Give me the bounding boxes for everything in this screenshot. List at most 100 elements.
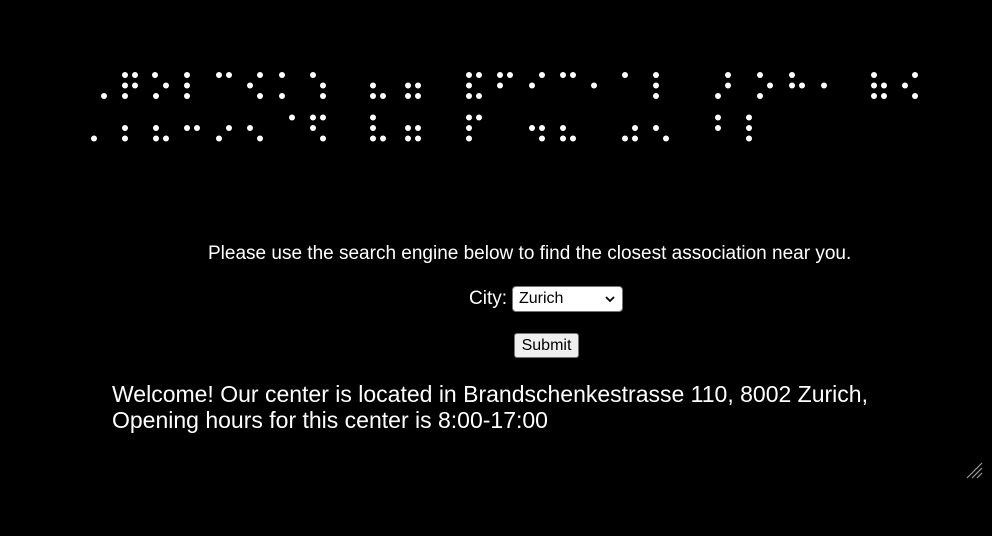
braille-dot xyxy=(216,135,222,142)
braille-dot xyxy=(310,72,316,78)
braille-dot xyxy=(289,114,295,121)
braille-dot xyxy=(153,93,159,99)
braille-dot xyxy=(902,82,908,89)
braille-dot xyxy=(184,125,190,131)
braille-dot xyxy=(184,82,190,89)
braille-dot xyxy=(757,72,763,78)
braille-dot xyxy=(380,93,386,99)
braille-dot xyxy=(405,135,411,142)
city-form-row: City: Zurich xyxy=(469,286,623,312)
chevron-down-icon xyxy=(605,296,615,303)
braille-dot xyxy=(476,114,482,121)
braille-dot xyxy=(746,114,752,121)
braille-dot xyxy=(466,72,472,78)
braille-dot xyxy=(320,135,326,142)
braille-dot xyxy=(153,125,159,131)
braille-dot xyxy=(746,135,752,142)
braille-dot xyxy=(122,135,128,142)
braille-dot xyxy=(560,135,566,142)
braille-dot xyxy=(799,82,805,89)
braille-dot xyxy=(570,135,576,142)
submit-button[interactable]: Submit xyxy=(514,333,579,358)
braille-dot xyxy=(653,72,659,78)
braille-dot xyxy=(653,82,659,89)
braille-dot xyxy=(539,135,545,142)
braille-dot xyxy=(152,72,158,78)
braille-dot xyxy=(320,114,326,121)
braille-dot xyxy=(767,82,773,89)
city-label: City: xyxy=(469,288,507,309)
braille-dot xyxy=(497,82,503,89)
braille-dot xyxy=(415,82,421,89)
braille-dot xyxy=(466,125,472,131)
resize-grip-icon[interactable] xyxy=(964,460,984,480)
braille-dot xyxy=(912,72,918,78)
braille-dot xyxy=(370,93,376,99)
braille-dot xyxy=(653,125,659,131)
braille-dot xyxy=(789,72,795,78)
braille-dot xyxy=(405,82,411,89)
braille-dot xyxy=(226,125,232,131)
braille-dot xyxy=(476,72,482,78)
braille-dot xyxy=(466,135,472,142)
braille-dot xyxy=(622,72,628,78)
welcome-text: Welcome! Our center is located in Brands… xyxy=(112,381,868,433)
braille-dot xyxy=(132,82,138,89)
braille-dot xyxy=(560,72,566,78)
braille-dot xyxy=(247,125,253,131)
braille-dot xyxy=(725,82,731,89)
braille-dot xyxy=(101,93,107,99)
braille-dot xyxy=(153,135,159,142)
braille-dot xyxy=(405,93,411,99)
braille-dot xyxy=(370,82,376,89)
braille-dot xyxy=(405,125,411,131)
city-select[interactable]: Zurich xyxy=(512,286,623,312)
braille-dot xyxy=(560,125,566,131)
braille-dot xyxy=(715,114,721,121)
braille-dot xyxy=(216,72,222,78)
braille-dot xyxy=(163,135,169,142)
braille-dot xyxy=(320,82,326,89)
braille-dot xyxy=(591,82,597,89)
braille-dot xyxy=(539,125,545,131)
braille-dot xyxy=(122,82,128,89)
braille-dot xyxy=(529,82,535,89)
braille-dot xyxy=(132,72,138,78)
braille-dot xyxy=(257,93,263,99)
braille-dot xyxy=(247,82,253,89)
braille-dot xyxy=(279,72,285,78)
braille-dot xyxy=(757,93,763,99)
braille-dot xyxy=(871,93,877,99)
braille-dot xyxy=(871,82,877,89)
braille-dot xyxy=(789,82,795,89)
braille-dot xyxy=(881,93,887,99)
braille-dot xyxy=(725,72,731,78)
braille-dot xyxy=(570,72,576,78)
braille-dot xyxy=(663,135,669,142)
braille-dot xyxy=(310,114,316,121)
braille-dot xyxy=(257,72,263,78)
braille-dot xyxy=(122,93,128,99)
braille-dot xyxy=(476,93,482,99)
braille-dot xyxy=(194,125,200,131)
braille-dot xyxy=(370,114,376,121)
braille-dot xyxy=(184,72,190,78)
braille-dot xyxy=(370,135,376,142)
braille-dot xyxy=(122,72,128,78)
braille-dot xyxy=(380,135,386,142)
braille-dot xyxy=(871,72,877,78)
city-select-value: Zurich xyxy=(519,290,564,307)
braille-dot xyxy=(310,125,316,131)
braille-dot xyxy=(622,135,628,142)
braille-dot xyxy=(632,135,638,142)
braille-dot xyxy=(539,72,545,78)
braille-dot xyxy=(466,93,472,99)
braille-dot xyxy=(746,125,752,131)
braille-dot xyxy=(653,93,659,99)
intro-text: Please use the search engine below to fi… xyxy=(208,243,852,264)
braille-dot xyxy=(632,125,638,131)
braille-dot xyxy=(466,114,472,121)
braille-dot xyxy=(715,125,721,131)
braille-dot xyxy=(466,82,472,89)
braille-dot xyxy=(821,82,827,89)
